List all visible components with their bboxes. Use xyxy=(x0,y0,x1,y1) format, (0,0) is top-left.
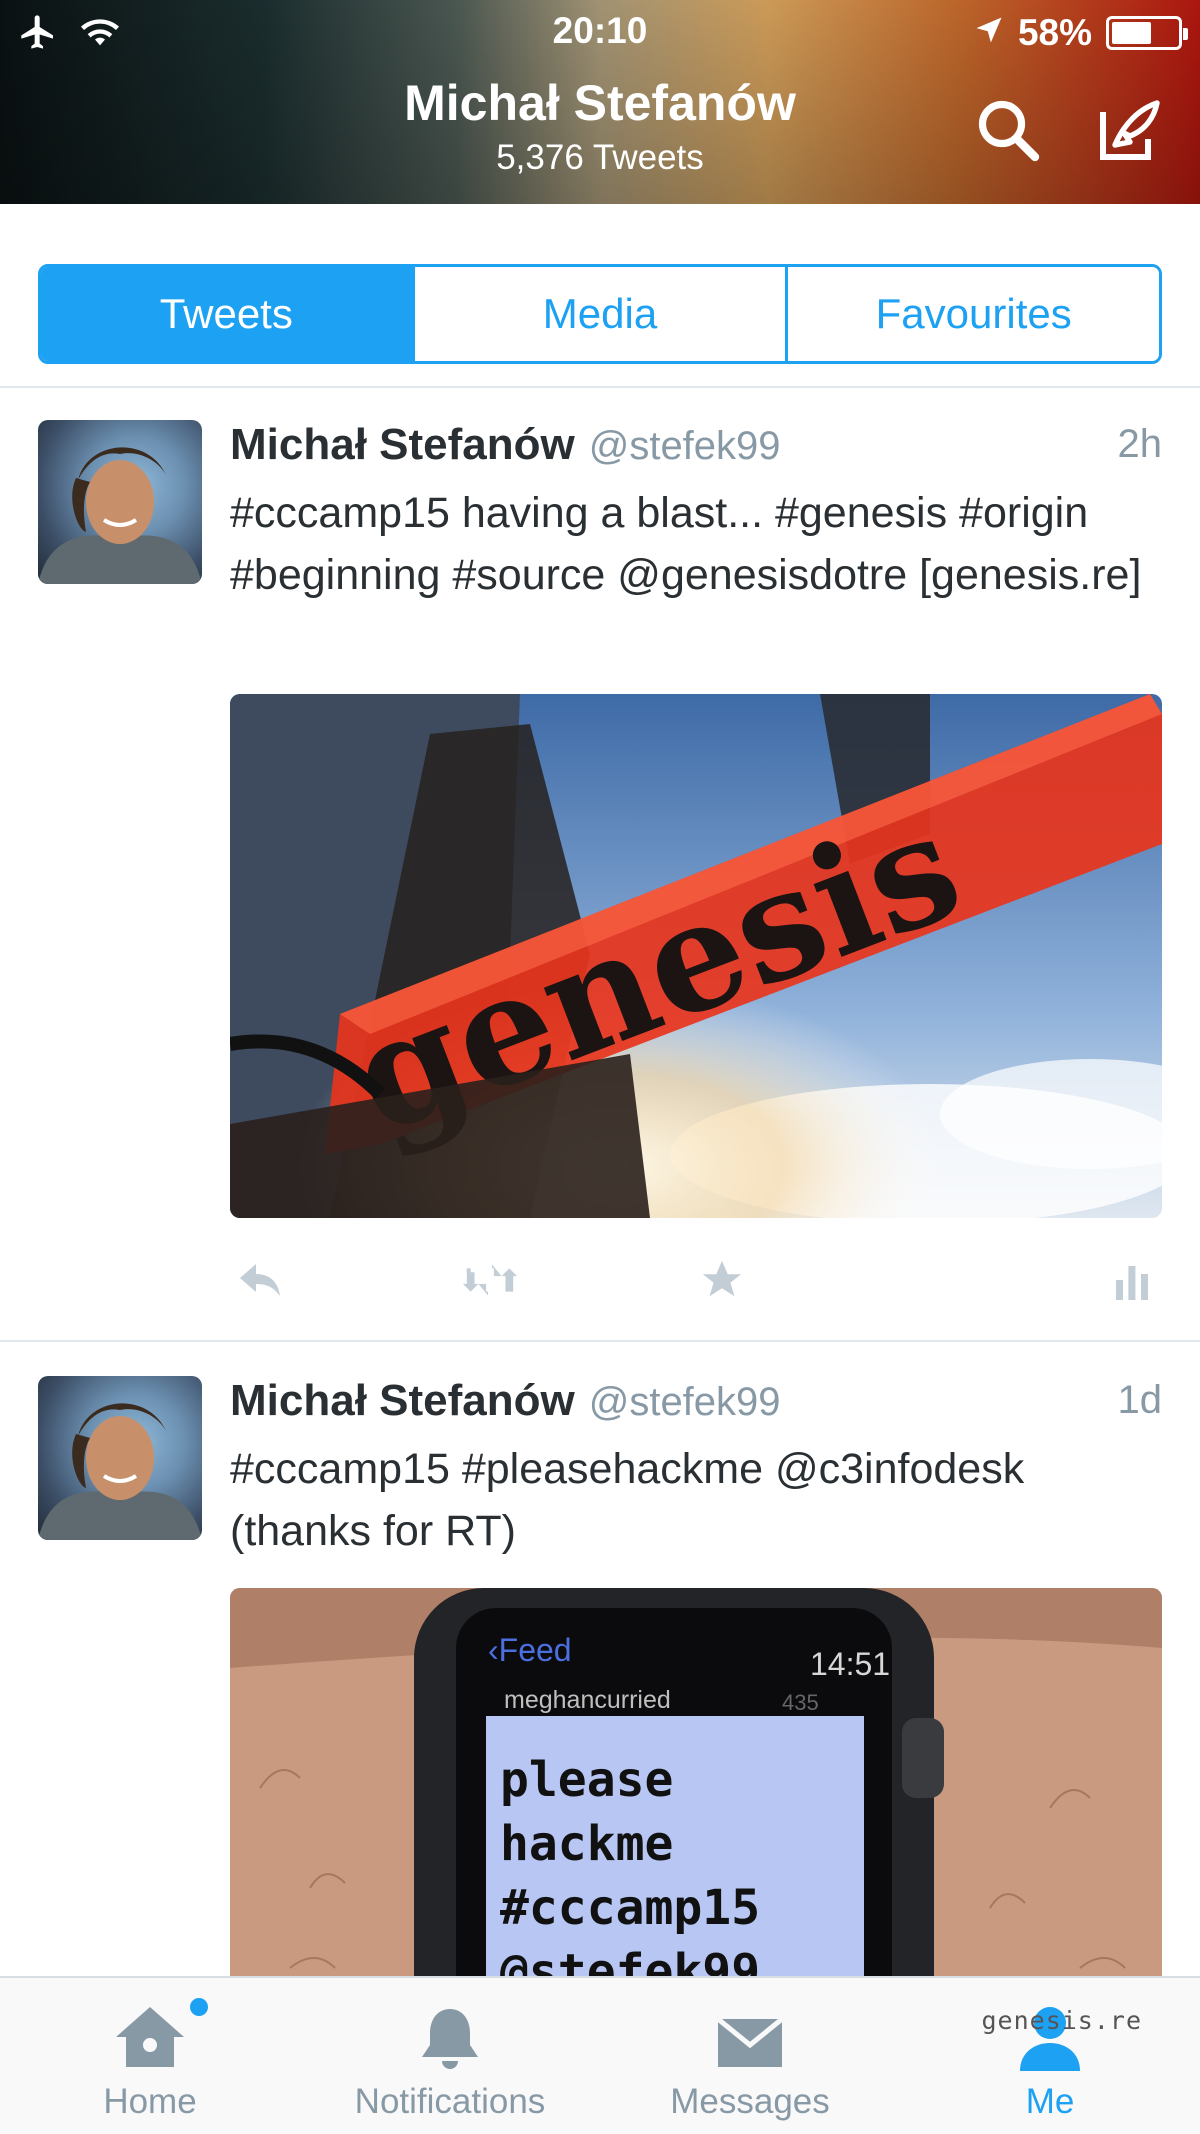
home-icon xyxy=(112,2003,188,2076)
tweet-author-handle[interactable]: @stefek99 xyxy=(589,1380,781,1424)
tab-label: Messages xyxy=(670,2082,830,2121)
tab-favourites[interactable]: Favourites xyxy=(785,267,1159,361)
tweet-actions xyxy=(230,1252,1162,1312)
tab-me[interactable]: Me xyxy=(900,1978,1200,2134)
tweet-text[interactable]: #cccamp15 having a blast... #genesis #or… xyxy=(230,482,1162,606)
tweet-photo[interactable]: ‹Feed 14:51 meghancurried 435 please hac… xyxy=(230,1588,1162,1976)
profile-tabs: Tweets Media Favourites xyxy=(38,264,1162,364)
tab-media[interactable]: Media xyxy=(411,267,786,361)
tweet-author-name[interactable]: Michał Stefanów xyxy=(230,1376,575,1425)
tab-messages[interactable]: Messages xyxy=(600,1978,900,2134)
tweet-timestamp: 1d xyxy=(1117,1378,1163,1422)
watch-username: meghancurried xyxy=(504,1686,671,1714)
tab-label: Notifications xyxy=(354,2082,546,2121)
watch-count: 435 xyxy=(782,1690,819,1715)
bottom-tab-bar: Home Notifications Messages Me xyxy=(0,1976,1200,2134)
tweet-text[interactable]: #cccamp15 #pleasehackme @c3infodesk (tha… xyxy=(230,1438,1162,1562)
battery-icon xyxy=(1106,16,1188,50)
watch-message-line: #cccamp15 xyxy=(500,1880,761,1936)
tweet-header: Michał Stefanów @stefek99 2h xyxy=(230,420,1162,480)
watch-message: please hackme #cccamp15 @stefek99 xyxy=(500,1748,870,1976)
tweet-photo[interactable]: genesis xyxy=(230,694,1162,1218)
tweet-header: Michał Stefanów @stefek99 1d xyxy=(230,1376,1162,1436)
tab-label: Me xyxy=(1025,2082,1075,2121)
watch-message-line: hackme xyxy=(500,1816,674,1872)
divider xyxy=(0,1340,1200,1342)
search-icon xyxy=(972,94,1044,171)
compose-icon xyxy=(1094,94,1166,171)
reply-icon xyxy=(236,1260,284,1305)
location-icon xyxy=(974,12,1004,54)
analytics-button[interactable] xyxy=(1102,1252,1162,1312)
profile-header: 20:10 58% Michał Stefanów 5,376 Tweets xyxy=(0,0,1200,204)
tweet[interactable]: Michał Stefanów @stefek99 2h #cccamp15 ha… xyxy=(0,420,1200,1340)
compose-button[interactable] xyxy=(1090,92,1170,172)
watch-message-line: please xyxy=(500,1752,674,1808)
tweet[interactable]: Michał Stefanów @stefek99 1d #cccamp15 #p… xyxy=(0,1376,1200,1976)
avatar[interactable] xyxy=(38,420,202,584)
avatar[interactable] xyxy=(38,1376,202,1540)
status-bar: 20:10 58% xyxy=(0,0,1200,64)
envelope-icon xyxy=(714,2011,786,2076)
tweet-author-handle[interactable]: @stefek99 xyxy=(589,424,781,468)
tab-home[interactable]: Home xyxy=(0,1978,300,2134)
search-button[interactable] xyxy=(968,92,1048,172)
tweet-timestamp: 2h xyxy=(1117,422,1163,466)
tab-label: Home xyxy=(103,2082,197,2121)
favorite-button[interactable] xyxy=(692,1252,752,1312)
retweet-icon xyxy=(461,1260,519,1305)
watch-back-link: ‹Feed xyxy=(488,1632,572,1668)
watch-message-line: @stefek99 xyxy=(500,1944,761,1976)
chevron-left-icon: ‹ xyxy=(488,1632,499,1668)
retweet-button[interactable] xyxy=(460,1252,520,1312)
notification-badge xyxy=(190,1998,208,2016)
watch-clock: 14:51 xyxy=(810,1646,891,1682)
tweet-author-name[interactable]: Michał Stefanów xyxy=(230,420,575,469)
favorite-icon xyxy=(699,1257,745,1308)
watermark: genesis.re xyxy=(981,2006,1142,2035)
tab-tweets[interactable]: Tweets xyxy=(41,267,412,361)
divider xyxy=(0,386,1200,388)
status-right: 58% xyxy=(974,12,1188,54)
battery-percent: 58% xyxy=(1017,12,1092,53)
analytics-icon xyxy=(1112,1260,1152,1305)
reply-button[interactable] xyxy=(230,1252,290,1312)
bell-icon xyxy=(416,2003,484,2076)
tab-notifications[interactable]: Notifications xyxy=(300,1978,600,2134)
